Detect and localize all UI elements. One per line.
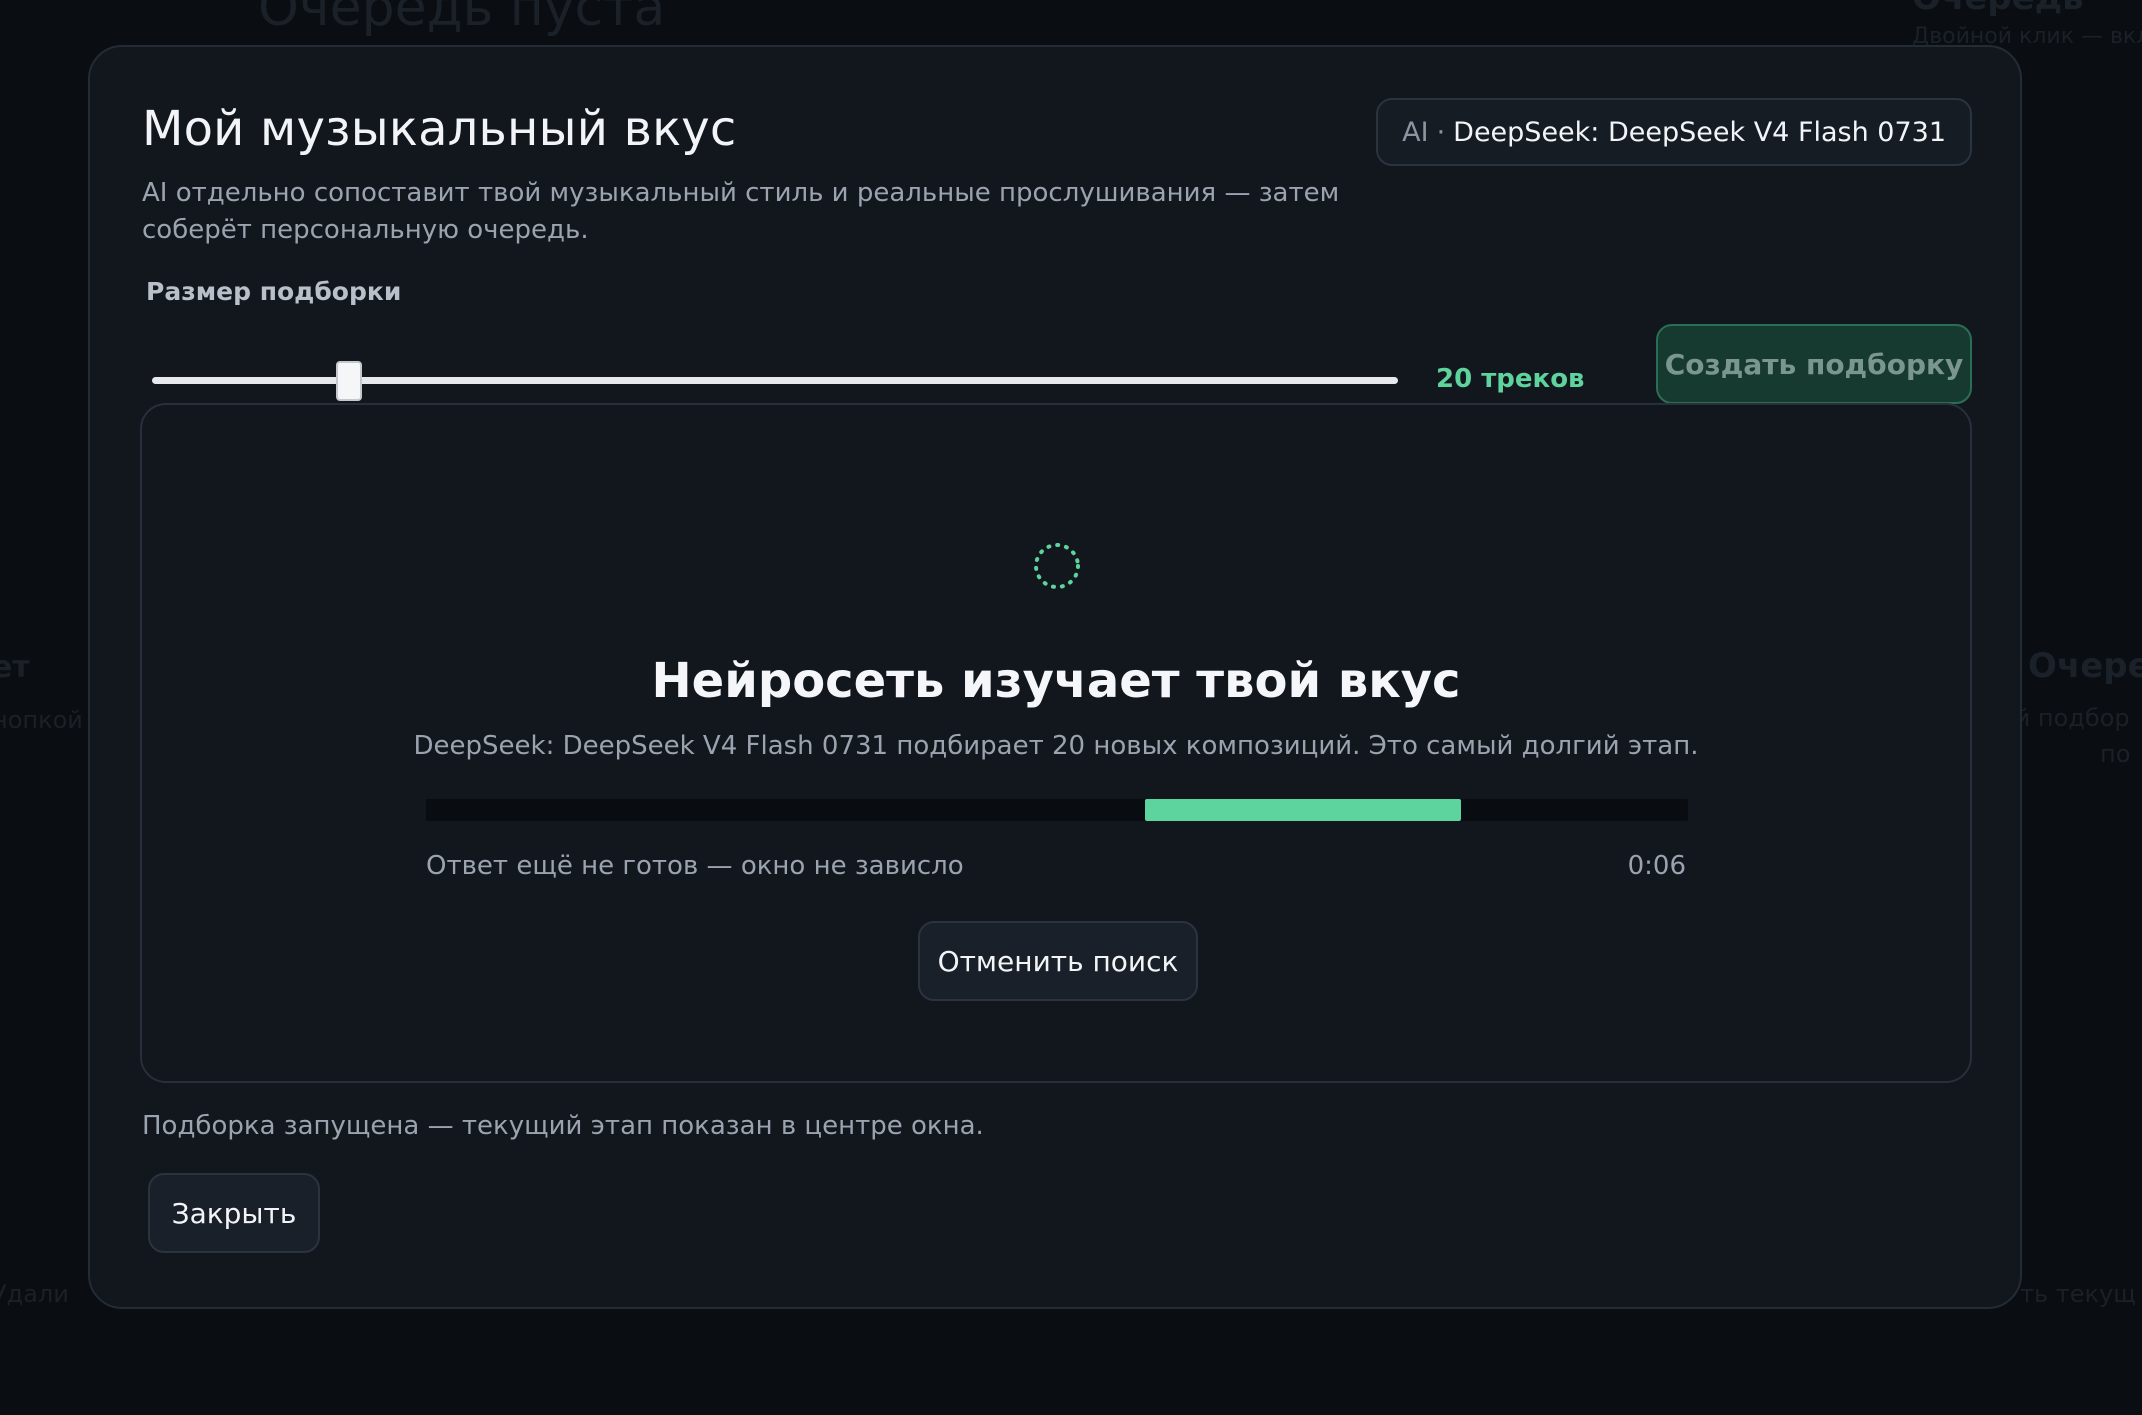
slider-thumb[interactable] [335, 361, 362, 401]
track-count-value: 20 треков [1436, 364, 1585, 394]
background-queue-heading: Очередь [1912, 0, 2084, 18]
background-right-bottom-text: ть текущ [2020, 1280, 2136, 1308]
selection-size-label: Размер подборки [146, 277, 402, 306]
progress-status-text: Ответ ещё не готов — окно не зависло [426, 851, 964, 881]
modal-description: AI отдельно сопоставит твой музыкальный … [142, 178, 1340, 245]
selection-size-slider[interactable] [152, 361, 1398, 401]
progress-panel: Нейросеть изучает твой вкус DeepSeek: De… [140, 403, 1972, 1083]
progress-bar [426, 799, 1688, 821]
ai-model-name: DeepSeek: DeepSeek V4 Flash 0731 [1453, 116, 1946, 148]
loading-spinner-icon [1034, 543, 1080, 589]
progress-description: DeepSeek: DeepSeek V4 Flash 0731 подбира… [413, 731, 1699, 761]
background-left-text: нопкой [0, 706, 83, 734]
background-page-title: Очередь пуста [258, 0, 666, 38]
close-button[interactable]: Закрыть [148, 1173, 320, 1253]
music-taste-modal: Мой музыкальный вкус AI · DeepSeek: Deep… [88, 45, 2022, 1309]
ai-model-badge-prefix: AI [1402, 116, 1429, 148]
background-left-heading: ет [0, 650, 30, 685]
background-right-text-2: по [2100, 740, 2131, 768]
ai-model-badge-separator: · [1436, 116, 1446, 148]
modal-title: Мой музыкальный вкус [142, 101, 737, 157]
ai-model-badge: AI · DeepSeek: DeepSeek V4 Flash 0731 [1376, 98, 1972, 166]
progress-title: Нейросеть изучает твой вкус [651, 653, 1461, 709]
background-left-bottom-text: Удали [0, 1280, 69, 1308]
cancel-search-button[interactable]: Отменить поиск [918, 921, 1198, 1001]
create-selection-button[interactable]: Создать подборку [1656, 324, 1972, 404]
elapsed-time: 0:06 [1627, 851, 1686, 881]
selection-status-note: Подборка запущена — текущий этап показан… [142, 1111, 984, 1141]
background-right-heading: Очеред [2028, 646, 2142, 686]
progress-bar-fill [1145, 799, 1461, 821]
